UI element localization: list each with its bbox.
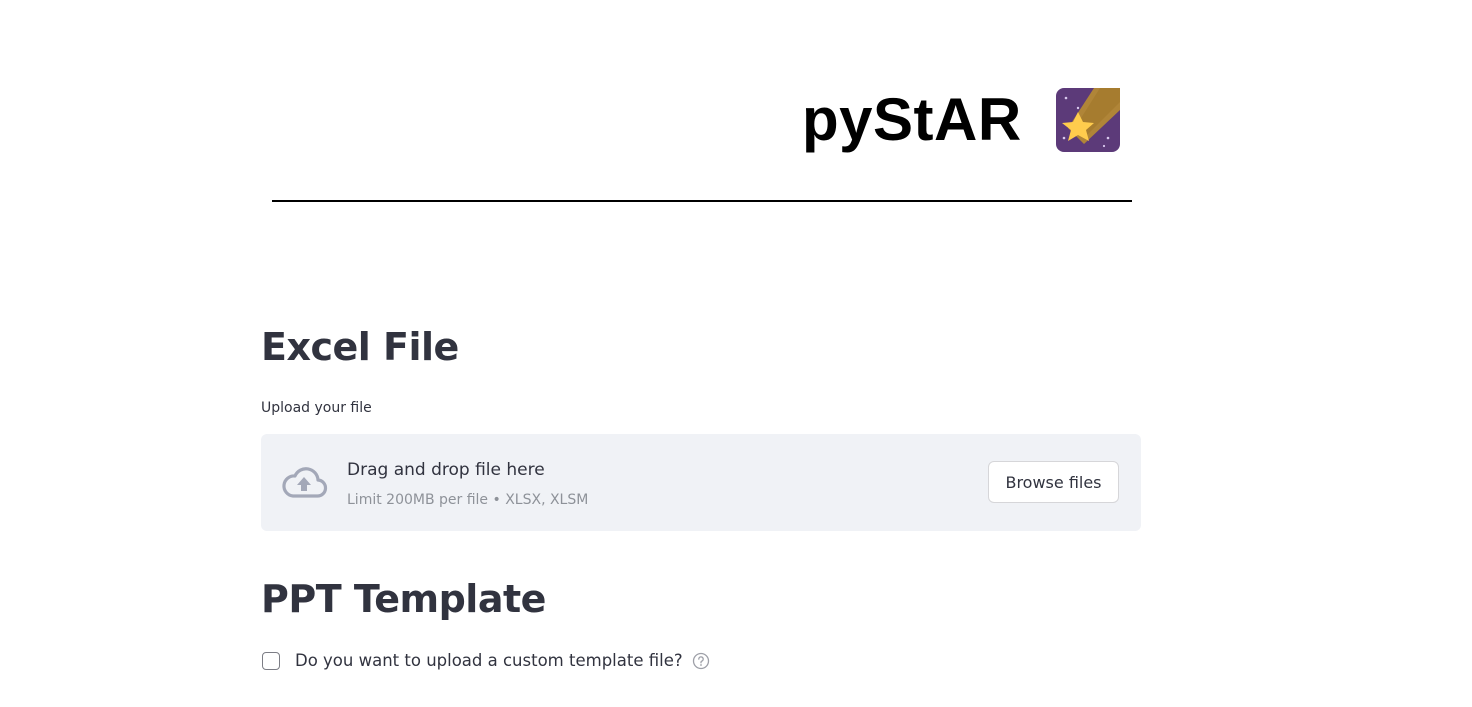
dropzone-limit-text: Limit 200MB per file • XLSX, XLSM	[347, 492, 589, 508]
shooting-star-icon	[1056, 88, 1120, 152]
dropzone-instruction: Drag and drop file here	[347, 460, 545, 480]
excel-file-heading: Excel File	[261, 325, 459, 369]
cloud-upload-icon	[282, 467, 328, 498]
app-header: pyStAR	[802, 84, 1120, 156]
custom-template-option[interactable]: Do you want to upload a custom template …	[262, 649, 710, 673]
browse-files-button[interactable]: Browse files	[988, 461, 1119, 503]
file-dropzone[interactable]: Drag and drop file here Limit 200MB per …	[261, 434, 1141, 531]
ppt-template-heading: PPT Template	[261, 577, 546, 621]
custom-template-checkbox-label[interactable]: Do you want to upload a custom template …	[295, 649, 683, 673]
custom-template-checkbox[interactable]	[262, 652, 280, 670]
upload-label: Upload your file	[261, 400, 372, 416]
app-title: pyStAR	[802, 86, 1022, 153]
title-divider	[272, 200, 1132, 202]
help-circle-icon[interactable]	[692, 652, 710, 670]
app-page: pyStAR Excel File Upload your file Drag …	[0, 0, 1472, 707]
